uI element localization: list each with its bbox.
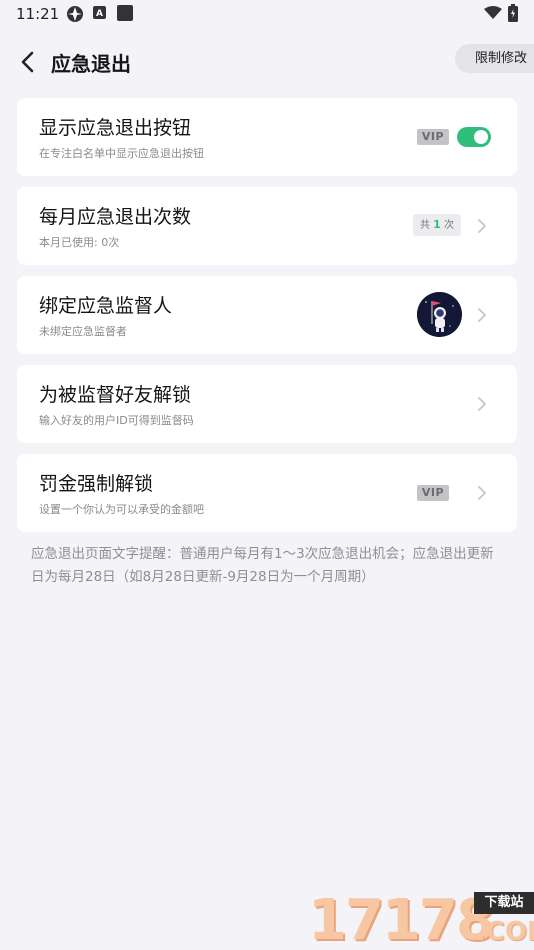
accessibility-icon: A — [93, 6, 106, 19]
card-subtitle: 输入好友的用户ID可得到监督码 — [39, 414, 194, 427]
chevron-right-icon — [478, 397, 486, 411]
toggle-knob — [474, 130, 488, 144]
battery-icon — [508, 4, 518, 22]
watermark-digits: 17178 — [308, 888, 495, 950]
card-subtitle: 设置一个你认为可以承受的金额吧 — [39, 503, 204, 516]
status-bar: 11:21 A — [0, 0, 534, 28]
card-show-emergency-exit: 显示应急退出按钮 在专注白名单中显示应急退出按钮 VIP — [17, 98, 517, 176]
status-time: 11:21 — [16, 5, 60, 23]
watermark-suffix: .COM — [476, 917, 534, 947]
count-badge: 共 1 次 — [413, 214, 461, 236]
avatar — [417, 292, 462, 337]
card-bind-supervisor[interactable]: 绑定应急监督人 未绑定应急监督者 — [17, 276, 517, 354]
card-subtitle: 未绑定应急监督者 — [39, 325, 127, 338]
svg-text:A: A — [96, 9, 103, 19]
vip-badge: VIP — [417, 485, 449, 501]
watermark-logo: 17178 下载站 .COM — [308, 888, 534, 950]
astronaut-icon — [417, 292, 462, 337]
chevron-right-icon — [478, 219, 486, 233]
wifi-icon — [484, 6, 502, 19]
card-subtitle: 本月已使用: 0次 — [39, 236, 120, 249]
back-arrow-icon[interactable] — [18, 50, 40, 74]
card-monthly-exit-count[interactable]: 每月应急退出次数 本月已使用: 0次 共 1 次 — [17, 187, 517, 265]
header: 应急退出 限制修改 — [0, 40, 534, 84]
count-prefix: 共 — [419, 220, 430, 231]
limit-modify-button[interactable]: 限制修改 — [455, 44, 534, 73]
chevron-right-icon — [478, 308, 486, 322]
chevron-right-icon — [478, 486, 486, 500]
reminder-note: 应急退出页面文字提醒：普通用户每月有1～3次应急退出机会；应急退出更新日为每月2… — [31, 546, 494, 585]
show-exit-button-toggle[interactable] — [457, 127, 491, 147]
vip-badge: VIP — [417, 129, 449, 145]
page-title: 应急退出 — [51, 52, 131, 76]
card-title: 绑定应急监督人 — [39, 295, 173, 317]
count-number: 1 — [433, 218, 441, 231]
count-suffix: 次 — [444, 220, 455, 231]
card-title: 为被监督好友解锁 — [39, 384, 192, 406]
card-title: 罚金强制解锁 — [39, 473, 154, 495]
app-icon — [67, 6, 83, 22]
card-title: 显示应急退出按钮 — [39, 117, 192, 139]
card-unlock-friend[interactable]: 为被监督好友解锁 输入好友的用户ID可得到监督码 — [17, 365, 517, 443]
card-title: 每月应急退出次数 — [39, 206, 192, 228]
app-square-icon — [117, 5, 133, 21]
watermark-tag: 下载站 — [474, 892, 534, 914]
card-fine-forced-unlock[interactable]: 罚金强制解锁 设置一个你认为可以承受的金额吧 VIP — [17, 454, 517, 532]
card-subtitle: 在专注白名单中显示应急退出按钮 — [39, 147, 204, 160]
